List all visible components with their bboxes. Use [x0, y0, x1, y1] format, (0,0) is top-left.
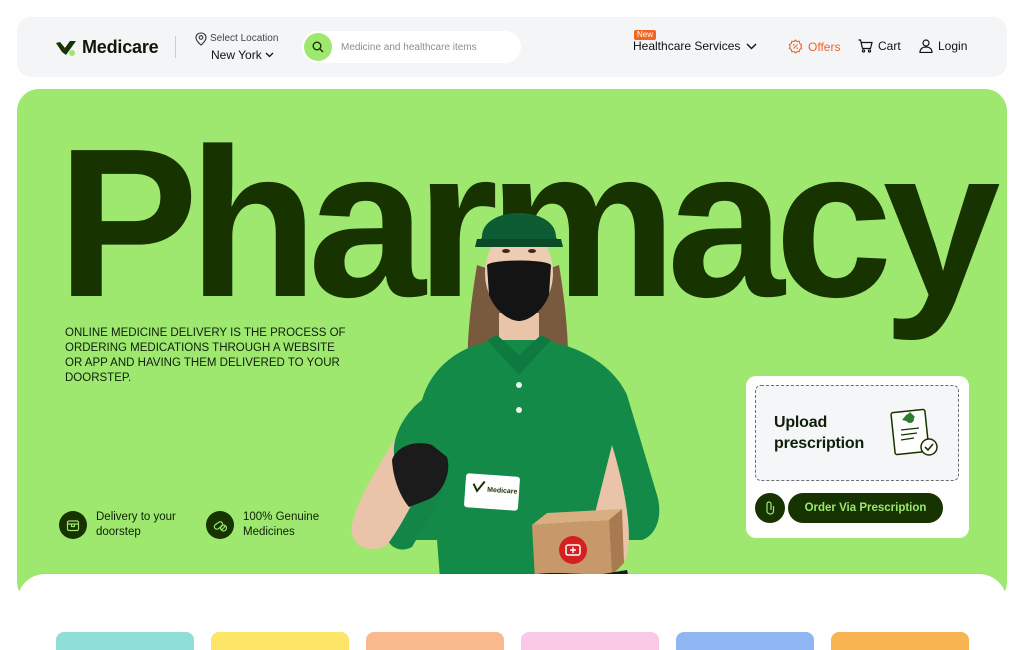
category-card[interactable]	[211, 632, 349, 650]
cart-label: Cart	[878, 39, 901, 53]
user-icon	[919, 39, 933, 53]
hero-description: ONLINE MEDICINE DELIVERY IS THE PROCESS …	[65, 327, 346, 384]
search-icon	[312, 41, 324, 53]
prescription-document-icon	[890, 408, 938, 456]
header-divider	[175, 36, 176, 58]
category-card[interactable]	[366, 632, 504, 650]
upload-dropzone[interactable]: Upload prescription	[755, 385, 959, 481]
attachment-icon	[766, 501, 775, 515]
discount-badge-icon	[788, 39, 803, 54]
chevron-down-icon	[746, 43, 757, 49]
pills-icon	[206, 511, 234, 539]
location-pin-icon	[195, 32, 207, 46]
feature-delivery: Delivery to your doorstep	[59, 510, 186, 540]
login-link[interactable]: Login	[919, 39, 967, 53]
location-city: New York	[211, 48, 262, 62]
upload-prescription-card: Upload prescription Order Via Prescripti…	[746, 376, 969, 538]
medicare-logo-icon	[56, 40, 76, 56]
location-label: Select Location	[210, 33, 279, 44]
category-card[interactable]	[521, 632, 659, 650]
feature-genuine-text: 100% Genuine Medicines	[243, 511, 320, 538]
feature-genuine: 100% Genuine Medicines	[206, 510, 333, 540]
feature-delivery-text: Delivery to your doorstep	[96, 511, 176, 538]
offers-link[interactable]: Offers	[788, 39, 840, 54]
search-button[interactable]	[304, 33, 332, 61]
delivery-person-illustration: Medicare	[351, 213, 660, 604]
attach-prescription-button[interactable]	[755, 493, 785, 523]
brand-logo[interactable]: Medicare	[55, 37, 159, 58]
hero-banner: Pharmacy ONLINE MEDICINE DELIVERY IS THE…	[17, 89, 1007, 604]
upload-prescription-title: Upload prescription	[774, 414, 865, 452]
healthcare-services-label: Healthcare Services	[633, 39, 741, 53]
healthcare-services-menu[interactable]: Healthcare Services	[633, 39, 757, 53]
category-card[interactable]	[56, 632, 194, 650]
chevron-down-icon	[265, 52, 274, 58]
brand-name: Medicare	[82, 37, 159, 57]
category-card[interactable]	[831, 632, 969, 650]
location-value: New York	[211, 48, 274, 62]
category-card[interactable]	[676, 632, 814, 650]
search-input[interactable]	[341, 41, 511, 53]
delivery-box-icon	[59, 511, 87, 539]
search-bar	[302, 31, 521, 63]
login-label: Login	[938, 39, 968, 53]
cart-link[interactable]: Cart	[858, 39, 901, 53]
order-via-prescription-button[interactable]: Order Via Prescription	[788, 493, 943, 523]
top-navigation-bar: Medicare Select Location New York New He…	[17, 17, 1007, 77]
cart-icon	[858, 39, 873, 53]
offers-label: Offers	[808, 39, 841, 54]
